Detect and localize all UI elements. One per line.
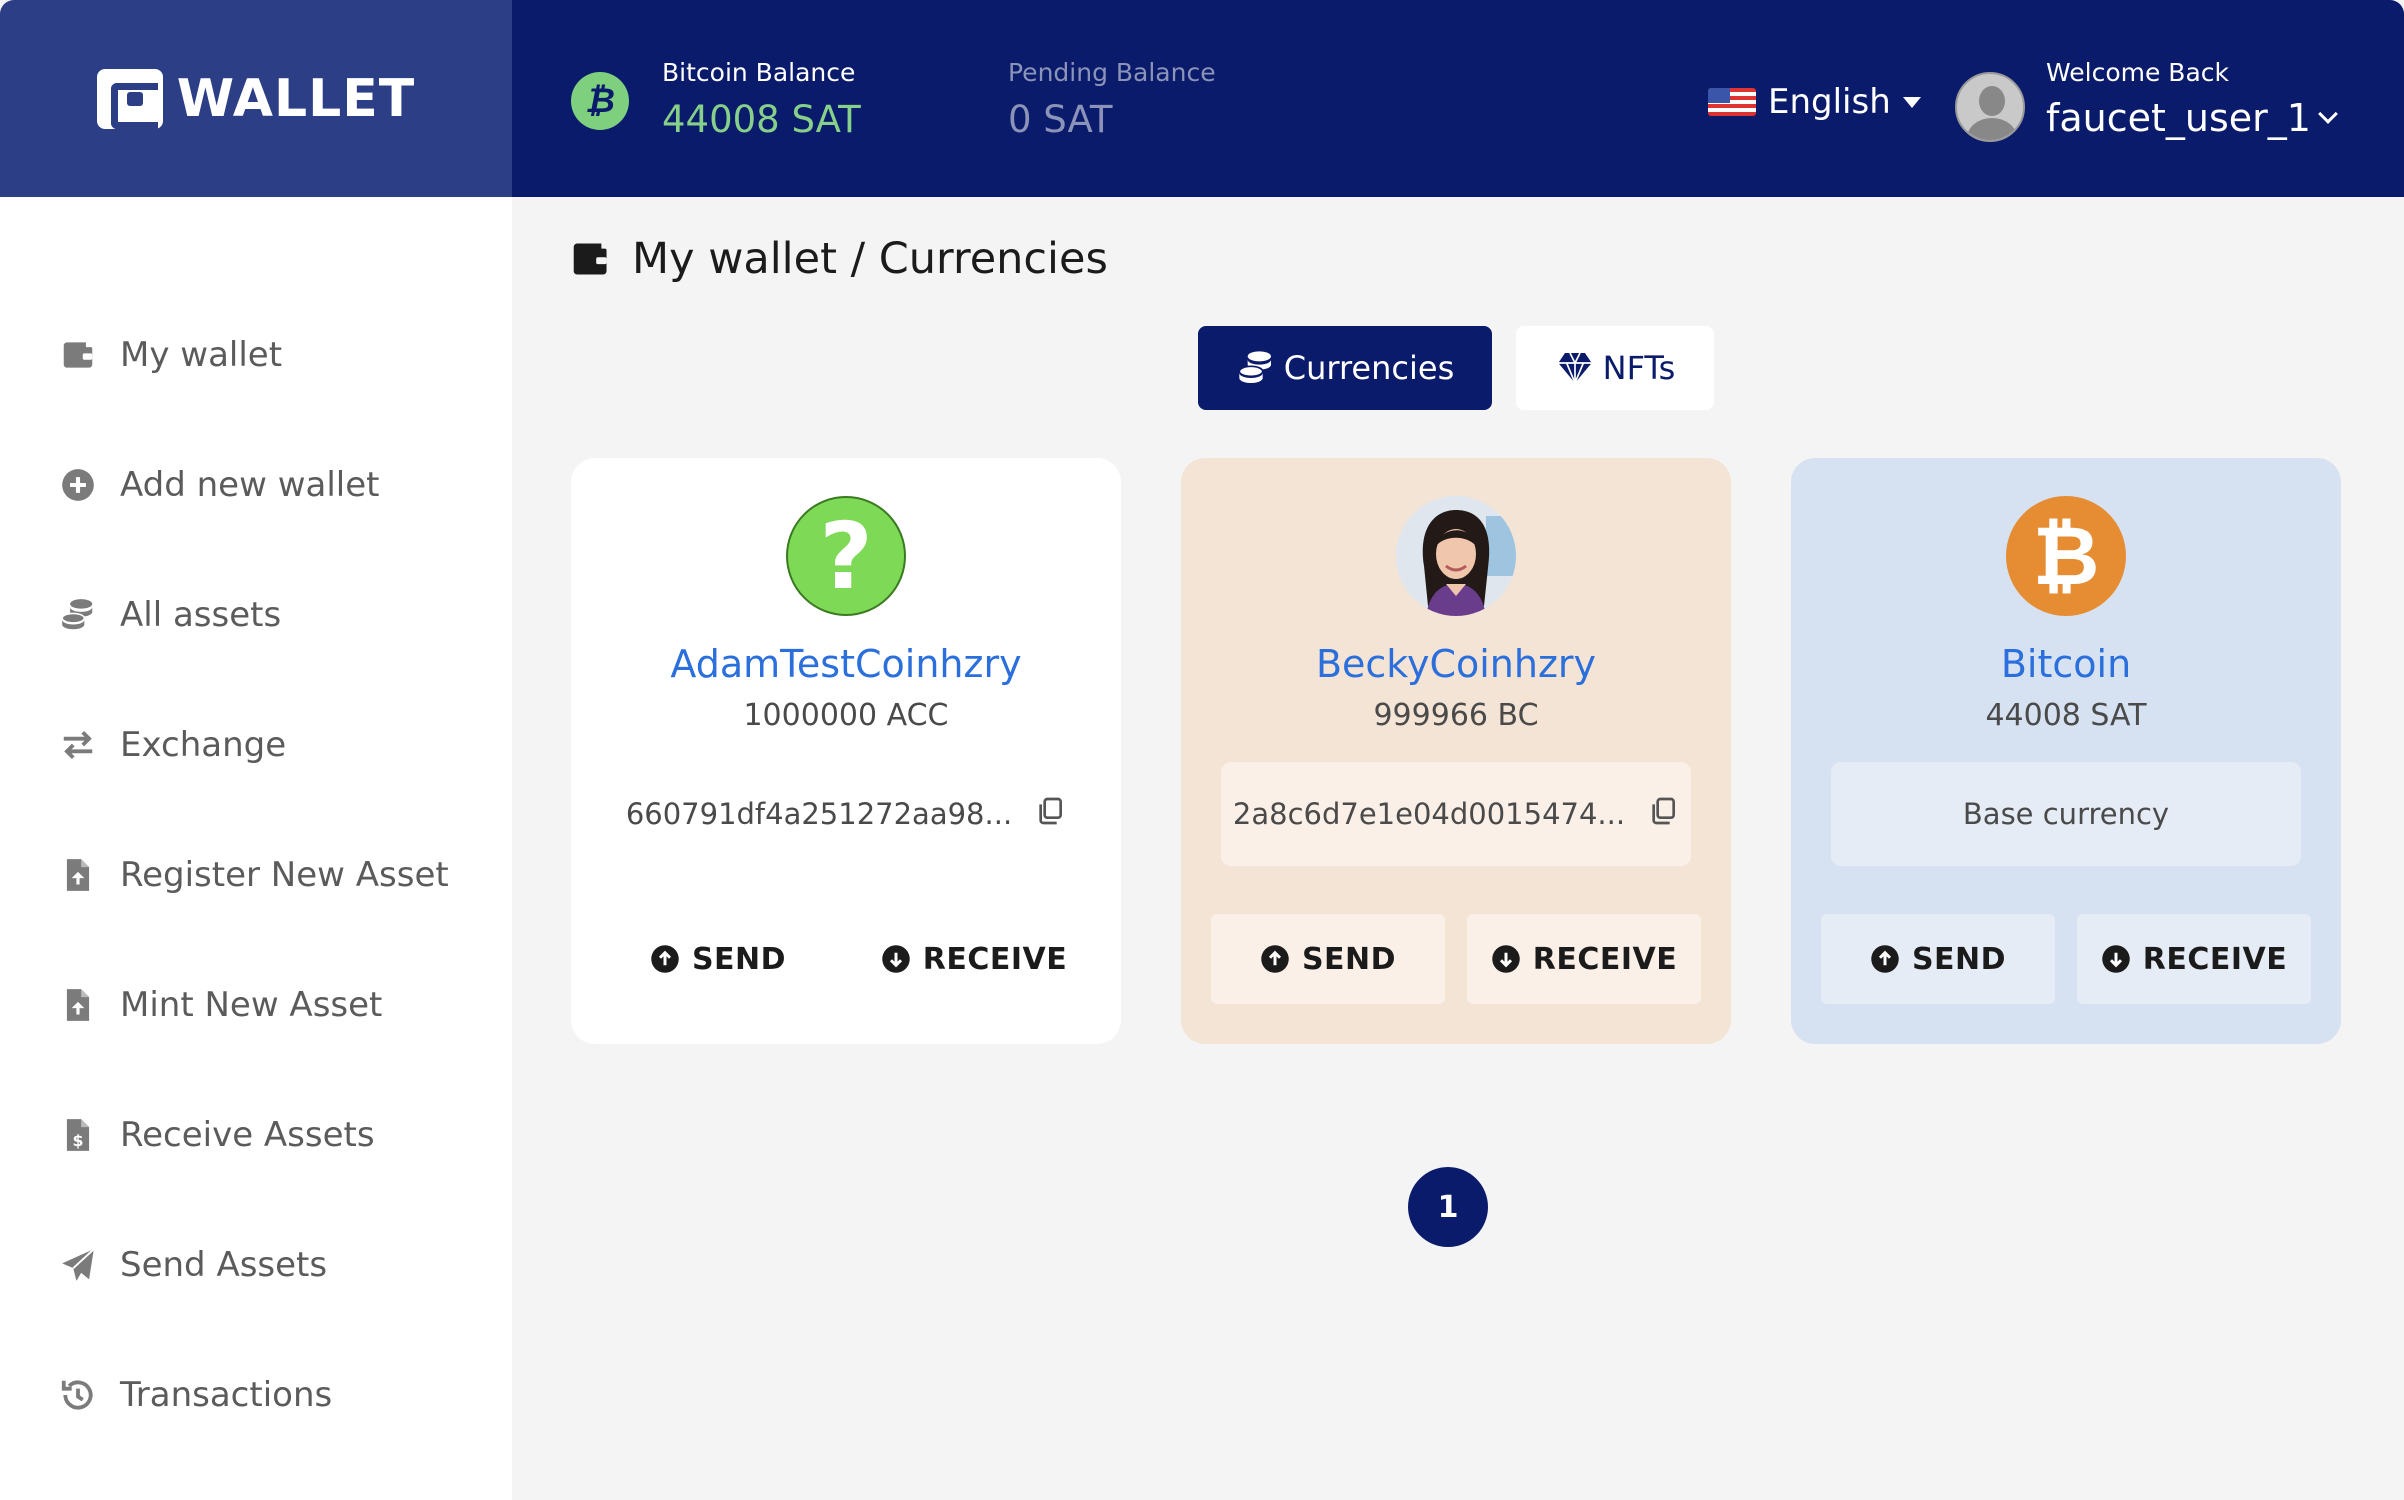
exchange-icon [58,725,98,765]
send-label: SEND [1301,941,1397,977]
currency-balance: 999966 BC [1373,698,1539,733]
copy-icon[interactable] [1647,795,1679,834]
language-selector[interactable]: English [1708,82,1921,122]
logo-text: WALLET [176,68,416,129]
currency-card-adamtestcoin: ? AdamTestCoinhzry 1000000 ACC 660791df4… [571,458,1121,1044]
sidebar-item-add-new-wallet[interactable]: Add new wallet [58,465,380,505]
receive-button[interactable]: RECEIVE [2077,914,2311,1004]
top-header: ₿ Bitcoin Balance 44008 SAT Pending Bala… [512,0,2404,197]
wallet-logo-icon [96,68,163,129]
send-button[interactable]: SEND [1821,914,2055,1004]
page-title-text: My wallet / Currencies [632,234,1108,284]
pending-balance-label: Pending Balance [1008,58,1216,87]
sidebar-item-label: Register New Asset [120,855,449,895]
arrow-up-circle-icon [1261,945,1289,973]
receive-button[interactable]: RECEIVE [1467,914,1701,1004]
coins-icon [58,595,98,635]
history-icon [58,1375,98,1415]
receive-label: RECEIVE [1532,941,1678,977]
address-text: Base currency [1962,797,2170,831]
send-label: SEND [1911,941,2007,977]
currency-name[interactable]: Bitcoin [1791,642,2341,686]
receive-button[interactable]: RECEIVE [857,914,1091,1004]
sidebar-item-my-wallet[interactable]: My wallet [58,335,282,375]
send-button[interactable]: SEND [1211,914,1445,1004]
sidebar-item-transactions[interactable]: Transactions [58,1375,332,1415]
base-currency-label: Base currency [1831,762,2301,866]
username: faucet_user_1 [2046,96,2311,140]
sidebar-item-exchange[interactable]: Exchange [58,725,286,765]
paper-plane-icon [58,1245,98,1285]
currency-name[interactable]: BeckyCoinhzry [1181,642,1731,686]
sidebar-item-label: Exchange [120,725,287,765]
logo: WALLET [96,68,416,129]
file-dollar-icon: $ [58,1115,98,1155]
logo-block[interactable]: WALLET [0,0,512,197]
bitcoin-icon: ₿ [2006,496,2126,616]
address-text: 2a8c6d7e1e04d0015474... [1232,797,1626,831]
receive-label: RECEIVE [2142,941,2288,977]
file-upload-icon [58,985,98,1025]
tab-nfts[interactable]: NFTs [1516,326,1714,410]
us-flag-icon [1708,88,1756,116]
caret-down-icon [1902,96,1921,108]
sidebar-item-register-new-asset[interactable]: Register New Asset [58,855,449,895]
user-menu[interactable]: faucet_user_1 [2046,96,2338,140]
send-label: SEND [691,941,787,977]
address-text: 660791df4a251272aa98... [625,797,1013,831]
bitcoin-balance-label: Bitcoin Balance [662,58,856,87]
send-button[interactable]: SEND [601,914,835,1004]
page-title: My wallet / Currencies [570,234,1108,284]
wallet-icon [573,243,607,275]
welcome-text: Welcome Back [2046,58,2229,87]
sidebar-item-all-assets[interactable]: All assets [58,595,281,635]
arrow-down-circle-icon [882,945,910,973]
sidebar-item-label: Receive Assets [120,1115,375,1155]
arrow-down-circle-icon [1492,945,1520,973]
tab-label: Currencies [1283,349,1455,387]
sidebar-item-label: All assets [120,595,282,635]
currency-balance: 44008 SAT [1985,698,2147,733]
sidebar-item-label: Send Assets [120,1245,328,1285]
arrow-down-circle-icon [2102,945,2130,973]
pagination-page-1[interactable]: 1 [1408,1167,1488,1247]
bitcoin-icon: ₿ [571,72,629,130]
arrow-up-circle-icon [651,945,679,973]
tab-label: NFTs [1602,349,1676,387]
sidebar-item-receive-assets[interactable]: $ Receive Assets [58,1115,375,1155]
wallet-icon [58,335,98,375]
chevron-down-icon [2318,104,2338,124]
arrow-up-circle-icon [1871,945,1899,973]
currency-name[interactable]: AdamTestCoinhzry [571,642,1121,686]
sidebar-item-label: Add new wallet [120,465,380,505]
tab-currencies[interactable]: Currencies [1198,326,1492,410]
sidebar-item-label: Transactions [120,1375,333,1415]
sidebar-item-send-assets[interactable]: Send Assets [58,1245,327,1285]
sidebar-item-label: My wallet [120,335,283,375]
language-label: English [1768,82,1891,122]
question-mark-icon: ? [786,496,906,616]
avatar[interactable] [1955,72,2025,142]
diamond-icon [1557,352,1592,386]
pending-balance-value: 0 SAT [1008,98,1113,141]
copy-icon[interactable] [1034,795,1066,834]
receive-label: RECEIVE [922,941,1068,977]
file-upload-icon [58,855,98,895]
coins-icon [1238,351,1271,383]
currency-address: 660791df4a251272aa98... [611,762,1081,866]
sidebar-item-label: Mint New Asset [120,985,383,1025]
avatar [1396,496,1516,616]
plus-circle-icon [58,465,98,505]
currency-card-beckycoin: BeckyCoinhzry 999966 BC 2a8c6d7e1e04d001… [1181,458,1731,1044]
currency-address: 2a8c6d7e1e04d0015474... [1221,762,1691,866]
currency-card-bitcoin: ₿ Bitcoin 44008 SAT Base currency SEND R… [1791,458,2341,1044]
sidebar-item-mint-new-asset[interactable]: Mint New Asset [58,985,382,1025]
svg-text:$: $ [72,1131,83,1150]
bitcoin-balance-value: 44008 SAT [662,98,861,141]
sidebar: My wallet Add new wallet All assets Exch… [0,197,512,1500]
currency-balance: 1000000 ACC [743,698,949,733]
